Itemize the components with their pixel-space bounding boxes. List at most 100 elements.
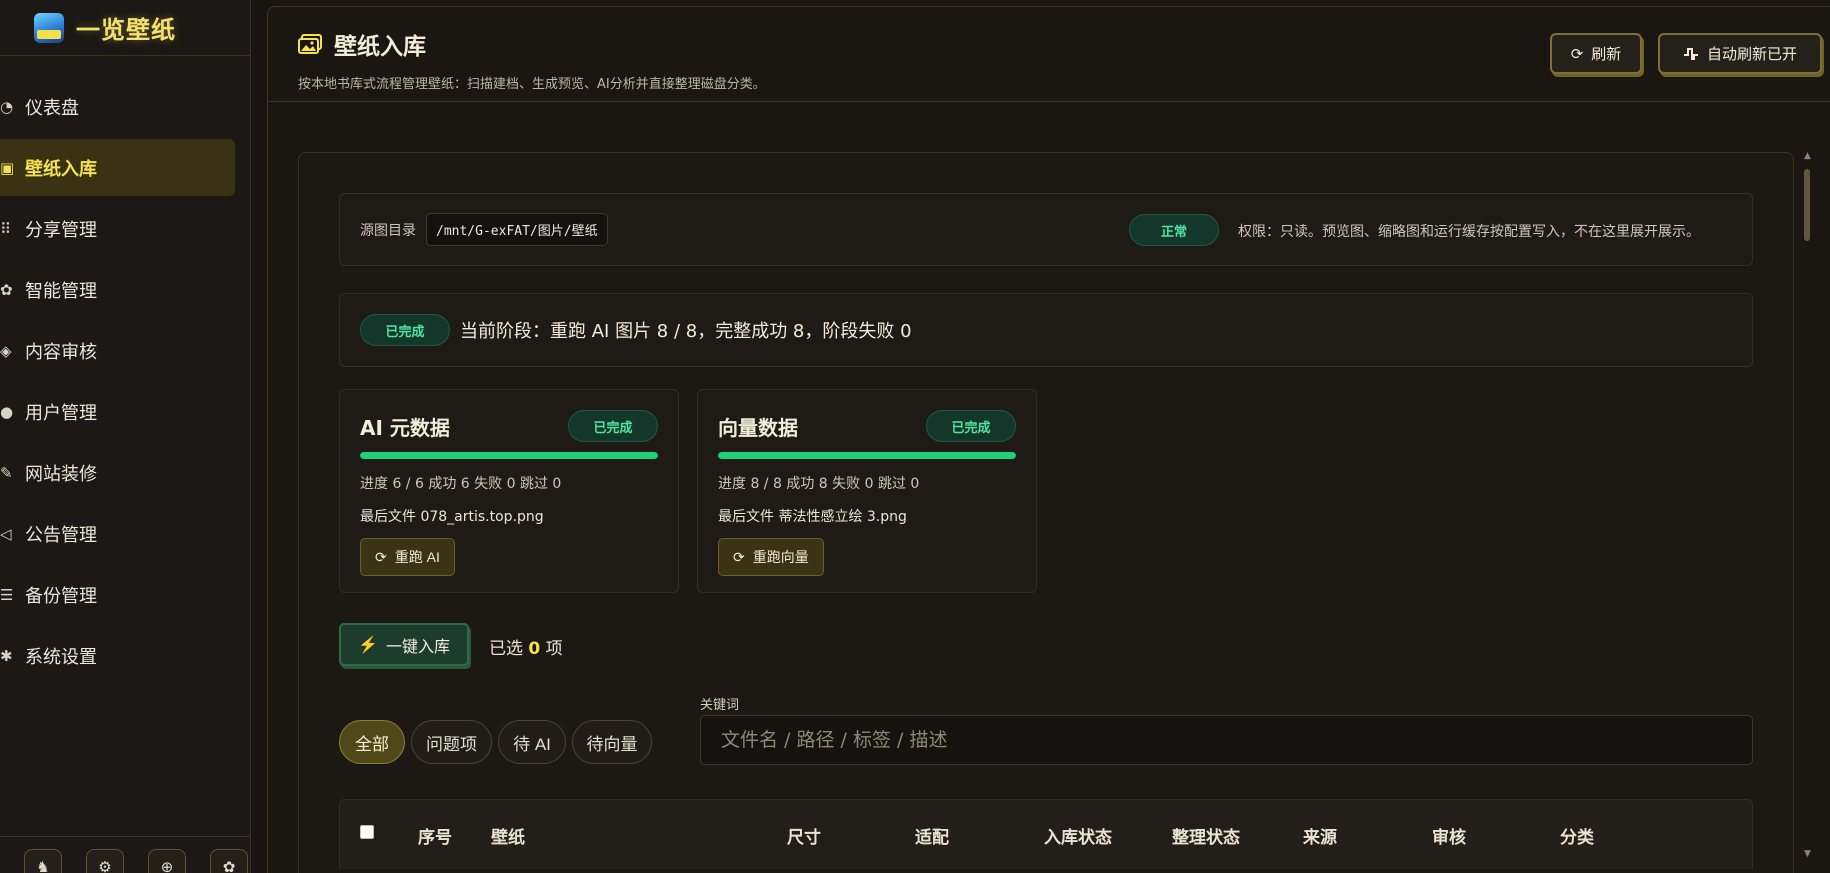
page-header: 壁纸入库 按本地书库式流程管理壁纸：扫描建档、生成预览、AI分析并直接整理磁盘分…	[268, 7, 1830, 102]
sidebar-item-label: 内容审核	[25, 341, 97, 363]
brand[interactable]: 一览壁纸	[0, 0, 250, 56]
selected-count: 0	[528, 639, 541, 659]
refresh-button[interactable]: ⟳ 刷新	[1550, 33, 1642, 74]
users-icon: ●	[0, 402, 14, 421]
filter-tabs: 全部 问题项待 AI 待向量	[339, 720, 652, 764]
sidebar-item-0[interactable]: ◔ 仪表盘	[0, 78, 235, 135]
selected-prefix: 已选	[489, 639, 523, 659]
auto-refresh-button[interactable]: 自动刷新已开	[1658, 33, 1822, 74]
vector-data-card: 向量数据 已完成 进度 8 / 8 成功 8 失败 0 跳过 0 最后文件 蒂法…	[697, 389, 1037, 593]
select-all-checkbox[interactable]	[360, 825, 374, 839]
cat-button[interactable]: ♞	[24, 849, 62, 873]
megaphone-icon: ◁	[0, 524, 12, 543]
column-header-8[interactable]: 分类	[1560, 823, 1594, 848]
filter-tab-1[interactable]: 问题项	[411, 720, 492, 764]
column-header-0[interactable]: 序号	[418, 823, 452, 848]
vector-card-title: 向量数据	[718, 415, 798, 440]
column-header-2[interactable]: 尺寸	[787, 823, 821, 848]
source-permission-text: 权限：只读。预览图、缩略图和运行缓存按配置写入，不在这里展开展示。	[1238, 224, 1700, 240]
rerun-vector-label: 重跑向量	[752, 549, 809, 565]
sidebar-item-9[interactable]: ✱ 系统设置	[0, 627, 235, 684]
vector-card-stats: 进度 8 / 8 成功 8 失败 0 跳过 0	[718, 476, 920, 492]
ai-card-stats: 进度 6 / 6 成功 6 失败 0 跳过 0	[360, 476, 562, 492]
selected-suffix: 项	[545, 639, 563, 659]
rerun-vector-button[interactable]: ⟳ 重跑向量	[718, 538, 824, 576]
ai-metadata-card: AI 元数据 已完成 进度 6 / 6 成功 6 失败 0 跳过 0 最后文件 …	[339, 389, 679, 593]
filter-tab-3[interactable]: 待向量	[572, 720, 652, 764]
images-icon	[298, 34, 322, 54]
table-header: 序号 壁纸 尺寸 适配 入库状态 整理状态 来源 审核 分类	[339, 799, 1753, 869]
redo-icon: ⟳	[375, 548, 387, 565]
sidebar-item-label: 壁纸入库	[25, 158, 97, 180]
sidebar-item-label: 公告管理	[25, 524, 97, 546]
source-directory-box: 源图目录 /mnt/G-exFAT/图片/壁纸 正常 权限：只读。预览图、缩略图…	[339, 193, 1753, 266]
source-status-badge: 正常	[1129, 214, 1219, 246]
sidebar-footer: ♞ ⚙ ⊕ ✿	[0, 836, 250, 873]
vector-card-status-badge: 已完成	[926, 410, 1016, 442]
sidebar-item-label: 智能管理	[25, 280, 97, 302]
image-icon: ▣	[0, 158, 15, 177]
sidebar-item-8[interactable]: ☰ 备份管理	[0, 566, 235, 623]
keyword-search-input[interactable]	[700, 715, 1753, 765]
header-actions: ⟳ 刷新 自动刷新已开	[1550, 33, 1822, 74]
vector-progress-bar	[718, 452, 1016, 459]
page-title: 壁纸入库	[334, 34, 426, 60]
settings-button[interactable]: ✿	[210, 849, 248, 873]
sidebar-item-3[interactable]: ✿ 智能管理	[0, 261, 235, 318]
scroll-up-arrow-icon[interactable]: ▲	[1804, 151, 1811, 161]
selected-count-text: 已选 0 项	[489, 634, 563, 659]
vector-progress-fill	[718, 452, 1016, 459]
page-subtitle: 按本地书库式流程管理壁纸：扫描建档、生成预览、AI分析并直接整理磁盘分类。	[298, 77, 766, 92]
pulse-icon	[1683, 47, 1698, 60]
share-icon: ⠿	[0, 219, 11, 238]
stage-status-badge: 已完成	[360, 314, 450, 346]
column-header-5[interactable]: 整理状态	[1172, 823, 1240, 848]
sidebar-item-1[interactable]: ▣ 壁纸入库	[0, 139, 235, 196]
column-header-7[interactable]: 审核	[1432, 823, 1466, 848]
brand-title: 一览壁纸	[76, 16, 176, 44]
review-icon: ◈	[0, 341, 12, 360]
ai-progress-bar	[360, 452, 658, 459]
sidebar-item-5[interactable]: ● 用户管理	[0, 383, 235, 440]
filter-tab-2[interactable]: 待 AI	[498, 720, 566, 764]
ai-card-last-file: 最后文件 078_artis.top.png	[360, 509, 544, 525]
ingest-card: 源图目录 /mnt/G-exFAT/图片/壁纸 正常 权限：只读。预览图、缩略图…	[298, 152, 1794, 873]
sidebar-item-label: 分享管理	[25, 219, 97, 241]
filter-tab-0[interactable]: 全部	[339, 720, 405, 764]
cat-icon: ♞	[36, 858, 50, 873]
source-label: 源图目录	[360, 222, 416, 239]
column-header-4[interactable]: 入库状态	[1044, 823, 1112, 848]
sidebar-item-2[interactable]: ⠿ 分享管理	[0, 200, 235, 257]
vector-card-last-file: 最后文件 蒂法性感立绘 3.png	[718, 509, 907, 525]
brain-icon: ✿	[0, 280, 13, 299]
gear-icon: ✱	[0, 646, 13, 665]
scrollbar-thumb[interactable]	[1804, 169, 1810, 241]
redo-icon: ⟳	[733, 548, 745, 565]
one-click-ingest-button[interactable]: ⚡ 一键入库	[339, 623, 469, 666]
scroll-down-arrow-icon[interactable]: ▼	[1804, 849, 1811, 859]
ai-progress-fill	[360, 452, 658, 459]
database-icon: ☰	[0, 585, 14, 604]
keyword-label: 关键词	[700, 698, 740, 713]
main-panel: 壁纸入库 按本地书库式流程管理壁纸：扫描建档、生成预览、AI分析并直接整理磁盘分…	[267, 6, 1830, 873]
column-header-6[interactable]: 来源	[1303, 823, 1337, 848]
rerun-ai-button[interactable]: ⟳ 重跑 AI	[360, 538, 455, 576]
brush-icon: ✎	[0, 463, 13, 482]
sidebar-item-6[interactable]: ✎ 网站装修	[0, 444, 235, 501]
column-header-1[interactable]: 壁纸	[491, 823, 525, 848]
ai-card-status-badge: 已完成	[568, 410, 658, 442]
sidebar-item-7[interactable]: ◁ 公告管理	[0, 505, 235, 562]
stage-text: 当前阶段：重跑 AI 图片 8 / 8，完整成功 8，阶段失败 0	[460, 321, 912, 342]
column-header-3[interactable]: 适配	[915, 823, 949, 848]
robot-button[interactable]: ⚙	[86, 849, 124, 873]
sidebar-item-label: 用户管理	[25, 402, 97, 424]
robot-icon: ⚙	[98, 858, 112, 873]
sidebar-item-label: 备份管理	[25, 585, 97, 607]
settings-icon: ✿	[222, 858, 236, 873]
ai-card-title: AI 元数据	[360, 415, 450, 440]
sidebar-item-label: 系统设置	[25, 646, 97, 668]
sidebar-item-4[interactable]: ◈ 内容审核	[0, 322, 235, 379]
scrollbar[interactable]: ▲ ▼	[1804, 151, 1812, 859]
globe-button[interactable]: ⊕	[148, 849, 186, 873]
auto-refresh-label: 自动刷新已开	[1706, 46, 1797, 63]
